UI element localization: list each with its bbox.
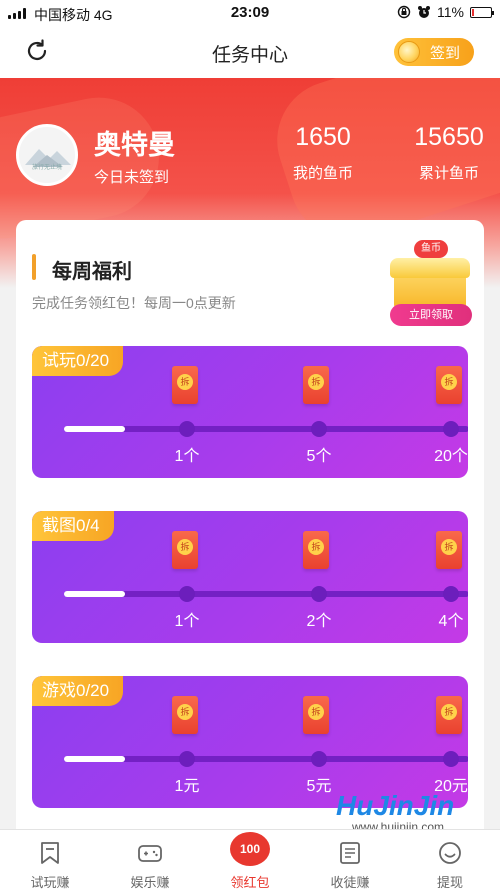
- progress-track: [64, 591, 468, 597]
- lock-rotation-icon: [397, 5, 411, 19]
- status-bar: 中国移动 4G 23:09 11%: [0, 0, 500, 26]
- milestone-node: [311, 421, 327, 437]
- status-right: 11%: [397, 4, 494, 20]
- milestone-node: [311, 586, 327, 602]
- nav-bar: 任务中心 签到: [0, 26, 500, 78]
- milestone-node: [311, 751, 327, 767]
- tab-label: 试玩赚: [30, 875, 70, 889]
- smile-icon: [439, 842, 461, 864]
- sign-in-button[interactable]: 签到: [394, 38, 474, 66]
- milestone-label: 5元: [306, 778, 332, 795]
- bookmark-icon: [41, 842, 59, 864]
- tab-label: 领红包: [230, 875, 270, 889]
- progress-fill: [64, 591, 125, 597]
- battery-icon: [470, 6, 494, 18]
- avatar[interactable]: 旅行无止境: [16, 124, 78, 186]
- milestone-label: 20元: [434, 778, 468, 795]
- alarm-icon: [418, 6, 431, 18]
- mountain-image: [25, 149, 71, 167]
- task-panel-screenshot: 截图0/4 拆 拆 拆 1个 2个 4个: [32, 511, 468, 643]
- red-packet-icon[interactable]: 拆: [172, 696, 198, 734]
- chest-tag: 鱼币: [414, 240, 448, 258]
- my-coins-label: 我的鱼币: [292, 165, 353, 182]
- red-packet-icon[interactable]: 拆: [303, 696, 329, 734]
- progress-track: [64, 756, 468, 762]
- title-accent-bar: [32, 254, 36, 280]
- sign-status: 今日未签到: [94, 169, 170, 186]
- my-coins-value: 1650: [295, 123, 351, 151]
- weekly-card: 每周福利 完成任务领红包！每周一0点更新 鱼币 立即领取 试玩0/20 拆 拆 …: [16, 220, 484, 860]
- claim-now-button[interactable]: 立即领取: [390, 304, 472, 326]
- tab-trial[interactable]: 试玩赚: [10, 830, 90, 889]
- tab-apprentice[interactable]: 收徒赚: [310, 830, 390, 889]
- progress-track: [64, 426, 468, 432]
- tab-entertainment[interactable]: 娱乐赚: [110, 830, 190, 889]
- task-title: 试玩0/20: [32, 346, 124, 376]
- tab-label: 收徒赚: [330, 875, 370, 889]
- avatar-caption: 旅行无止境: [31, 165, 62, 171]
- document-icon: [340, 842, 360, 864]
- milestone-node: [443, 751, 459, 767]
- milestone-node: [179, 751, 195, 767]
- task-panel-game: 游戏0/20 拆 拆 拆 1元 5元 20元: [32, 676, 468, 808]
- progress-fill: [64, 756, 125, 762]
- red-packet-icon[interactable]: 拆: [172, 531, 198, 569]
- red-packet-icon[interactable]: 拆: [436, 366, 462, 404]
- tab-withdraw[interactable]: 提现: [410, 830, 490, 889]
- milestone-node: [179, 586, 195, 602]
- red-packet-icon[interactable]: 拆: [436, 696, 462, 734]
- progress-fill: [64, 426, 125, 432]
- my-coins-stat[interactable]: 1650 我的鱼币: [290, 123, 356, 183]
- milestone-label: 20个: [434, 448, 468, 465]
- tab-label: 提现: [436, 875, 463, 889]
- treasure-chest[interactable]: 鱼币 立即领取: [386, 238, 476, 330]
- bottom-tab-bar: 试玩赚 娱乐赚 100 领红包 收徒赚 提现: [0, 829, 500, 889]
- task-title: 游戏0/20: [32, 676, 124, 706]
- task-panel-trial: 试玩0/20 拆 拆 拆 1个 5个 20个: [32, 346, 468, 478]
- red-packet-icon[interactable]: 拆: [303, 366, 329, 404]
- coin-icon: [398, 41, 420, 63]
- milestone-node: [179, 421, 195, 437]
- tab-label: 娱乐赚: [130, 875, 170, 889]
- red-packet-icon: 100: [230, 832, 270, 866]
- milestone-label: 2个: [306, 613, 332, 630]
- total-coins-label: 累计鱼币: [418, 165, 479, 182]
- milestone-node: [443, 586, 459, 602]
- battery-percent: 11%: [437, 4, 464, 20]
- sign-in-label: 签到: [430, 44, 461, 62]
- weekly-title: 每周福利: [52, 261, 132, 283]
- milestone-label: 1个: [174, 448, 200, 465]
- total-coins-stat[interactable]: 15650 累计鱼币: [412, 123, 486, 183]
- red-packet-icon[interactable]: 拆: [436, 531, 462, 569]
- task-title: 截图0/4: [32, 511, 114, 541]
- red-packet-icon[interactable]: 拆: [303, 531, 329, 569]
- total-coins-value: 15650: [414, 123, 484, 151]
- milestone-node: [443, 421, 459, 437]
- milestone-label: 1个: [174, 613, 200, 630]
- red-packet-icon[interactable]: 拆: [172, 366, 198, 404]
- gamepad-icon: [138, 845, 162, 862]
- milestone-label: 4个: [438, 613, 464, 630]
- user-name: 奥特曼: [94, 130, 175, 160]
- milestone-label: 1元: [174, 778, 200, 795]
- tab-red-packet[interactable]: 100 领红包: [210, 830, 290, 889]
- milestone-label: 5个: [306, 448, 332, 465]
- weekly-subtitle: 完成任务领红包！每周一0点更新: [32, 295, 236, 311]
